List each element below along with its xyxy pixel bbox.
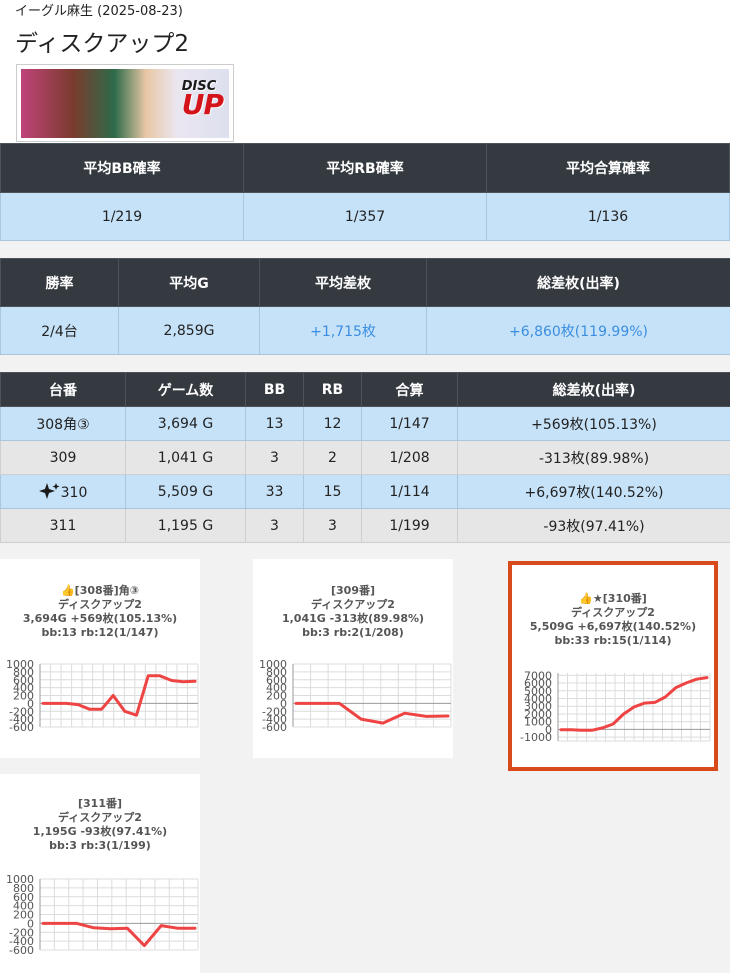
avg-diff-value: +1,715枚 — [259, 306, 427, 355]
table-row[interactable]: 308角③ 3,694 G 13 12 1/147 +569枚(105.13%) — [0, 406, 730, 441]
machine-no: 310 — [60, 485, 88, 501]
chart-card-308[interactable]: 👍[308番]角③ ディスクアップ2 3,694G +569枚(105.13%)… — [0, 559, 200, 758]
machine-games: 3,694 G — [125, 406, 246, 441]
chart-card-311[interactable]: [311番] ディスクアップ2 1,195G -93枚(97.41%) bb:3… — [0, 774, 200, 973]
slump-graph: 10008006004002000-200-400-600 — [6, 658, 199, 734]
header-avg-diff: 平均差枚 — [259, 258, 427, 307]
machine-combined: 1/199 — [361, 508, 458, 543]
machine-total-diff: +569枚(105.13%) — [457, 406, 730, 441]
average-probability-table: 平均BB確率 平均RB確率 平均合算確率 1/219 1/357 1/136 — [0, 143, 730, 241]
header-avg-total: 平均合算確率 — [486, 143, 730, 193]
machine-bb: 33 — [245, 474, 304, 509]
y-tick-label: -600 — [262, 721, 287, 734]
machine-total-diff: -93枚(97.41%) — [457, 508, 730, 543]
machine-rb: 3 — [303, 508, 362, 543]
table-row[interactable]: 311 1,195 G 3 3 1/199 -93枚(97.41%) — [0, 508, 730, 543]
machine-bb: 3 — [245, 508, 304, 543]
machine-bb: 13 — [245, 406, 304, 441]
machine-no: 308角③ — [0, 406, 126, 441]
banner-logo: DISC UP — [181, 79, 224, 121]
header-bb: BB — [245, 372, 304, 407]
series-line — [41, 921, 197, 948]
store-date-label: イーグル麻生 (2025-08-23) — [15, 4, 183, 19]
page-header: イーグル麻生 (2025-08-23) ディスクアップ2 DISC UP — [0, 0, 730, 143]
machine-combined: 1/114 — [361, 474, 458, 509]
machine-total-diff: -313枚(89.98%) — [457, 440, 730, 475]
slump-graph: 10008006004002000-200-400-600 — [6, 873, 199, 957]
avg-games-value: 2,859G — [118, 306, 260, 355]
banner-artwork: DISC UP — [21, 69, 229, 138]
slump-graph: 70006000500040003000200010000-1000 — [520, 669, 711, 744]
avg-bb-value: 1/219 — [0, 192, 244, 241]
header-avg-games: 平均G — [118, 258, 260, 307]
machine-no-cell: 310 — [0, 474, 126, 509]
header-rb: RB — [303, 372, 362, 407]
summary-table: 勝率 平均G 平均差枚 総差枚(出率) 2/4台 2,859G +1,715枚 … — [0, 258, 730, 355]
chart-card-309[interactable]: [309番] ディスクアップ2 1,041G -313枚(89.98%) bb:… — [253, 559, 453, 758]
page-title: ディスクアップ2 — [15, 31, 190, 57]
header-combined: 合算 — [361, 372, 458, 407]
machine-games: 1,041 G — [125, 440, 246, 475]
machine-no: 311 — [0, 508, 126, 543]
banner-logo-main: UP — [181, 88, 224, 121]
header-avg-rb: 平均RB確率 — [243, 143, 487, 193]
total-diff-value: +6,860枚(119.99%) — [426, 306, 730, 355]
y-tick-label: -1000 — [520, 731, 552, 744]
machine-rb: 2 — [303, 440, 362, 475]
avg-total-value: 1/136 — [486, 192, 730, 241]
y-tick-label: -600 — [9, 721, 34, 734]
header-avg-bb: 平均BB確率 — [0, 143, 244, 193]
header-total-diff: 総差枚(出率) — [426, 258, 730, 307]
machine-games: 1,195 G — [125, 508, 246, 543]
machine-combined: 1/147 — [361, 406, 458, 441]
sparkle-icon — [38, 483, 60, 499]
chart-card-310-highlighted[interactable]: 👍★[310番] ディスクアップ2 5,509G +6,697枚(140.52%… — [508, 561, 718, 771]
avg-rb-value: 1/357 — [243, 192, 487, 241]
y-tick-label: -600 — [9, 944, 34, 957]
series-line — [294, 701, 450, 725]
win-rate-value: 2/4台 — [0, 306, 119, 355]
machine-bb: 3 — [245, 440, 304, 475]
machine-rb: 12 — [303, 406, 362, 441]
header-machine-no: 台番 — [0, 372, 126, 407]
slump-graph: 10008006004002000-200-400-600 — [259, 658, 452, 734]
machine-table: 台番 ゲーム数 BB RB 合算 総差枚(出率) 308角③ 3,694 G 1… — [0, 372, 730, 543]
machine-games: 5,509 G — [125, 474, 246, 509]
machine-banner-image: DISC UP — [16, 64, 234, 142]
machine-combined: 1/208 — [361, 440, 458, 475]
header-games: ゲーム数 — [125, 372, 246, 407]
machine-no: 309 — [0, 440, 126, 475]
machine-total-diff: +6,697枚(140.52%) — [457, 474, 730, 509]
table-row[interactable]: 309 1,041 G 3 2 1/208 -313枚(89.98%) — [0, 440, 730, 475]
machine-rb: 15 — [303, 474, 362, 509]
header-win-rate: 勝率 — [0, 258, 119, 307]
header-machine-total-diff: 総差枚(出率) — [457, 372, 730, 407]
table-row[interactable]: 310 5,509 G 33 15 1/114 +6,697枚(140.52%) — [0, 474, 730, 509]
